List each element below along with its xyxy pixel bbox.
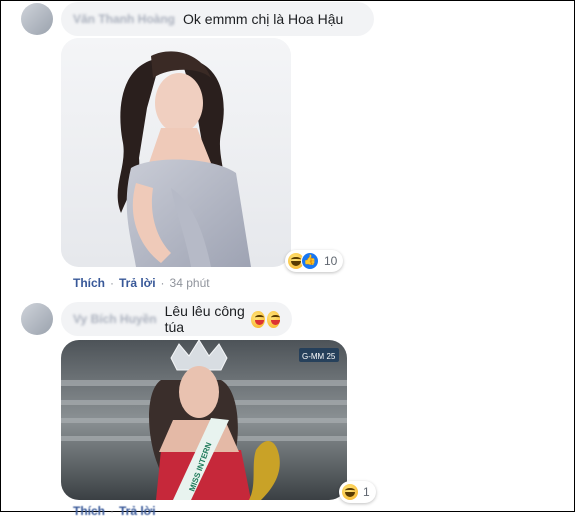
like-reaction-icon: 👍 [301,252,319,270]
separator: · [160,276,165,290]
like-link[interactable]: Thích [73,504,105,518]
tv-logo: G-MM 25 [302,352,336,361]
comment-photo[interactable] [61,38,291,267]
separator: · [110,276,114,290]
reply-link[interactable]: Trả lời [119,504,156,518]
comment-author[interactable]: Văn Thanh Hoàng [73,12,175,26]
tongue-emoji-icon [251,310,265,328]
tongue-emoji-icon [266,310,280,328]
comment-actions: Thích · Trả lời · 34 phút [73,276,210,290]
haha-reaction-icon [342,484,358,500]
comment-bubble: Vy Bích Huyền Lêu lêu công túa [61,302,292,336]
like-link[interactable]: Thích [73,276,105,290]
comment-text: Lêu lêu công túa [164,303,245,335]
avatar[interactable] [21,303,53,335]
reaction-count: 10 [324,254,338,268]
crowning-photo: MISS INTERN G-MM 25 [61,340,347,500]
comment-text: Ok emmm chị là Hoa Hậu [183,11,344,27]
reply-link[interactable]: Trả lời [119,276,156,290]
comment-author[interactable]: Vy Bích Huyền [73,312,157,326]
avatar[interactable] [21,3,53,35]
comment-time[interactable]: 34 phút [170,276,210,290]
comment-bubble: Văn Thanh Hoàng Ok emmm chị là Hoa Hậu [61,2,374,36]
reaction-summary[interactable]: 1 [339,481,376,503]
reaction-summary[interactable]: 👍 10 [285,250,344,272]
reaction-count: 1 [363,485,370,499]
comment-photo[interactable]: MISS INTERN G-MM 25 [61,340,347,500]
separator: · [110,504,114,518]
portrait-photo [61,38,291,267]
comment-actions: Thích · Trả lời [73,504,156,518]
